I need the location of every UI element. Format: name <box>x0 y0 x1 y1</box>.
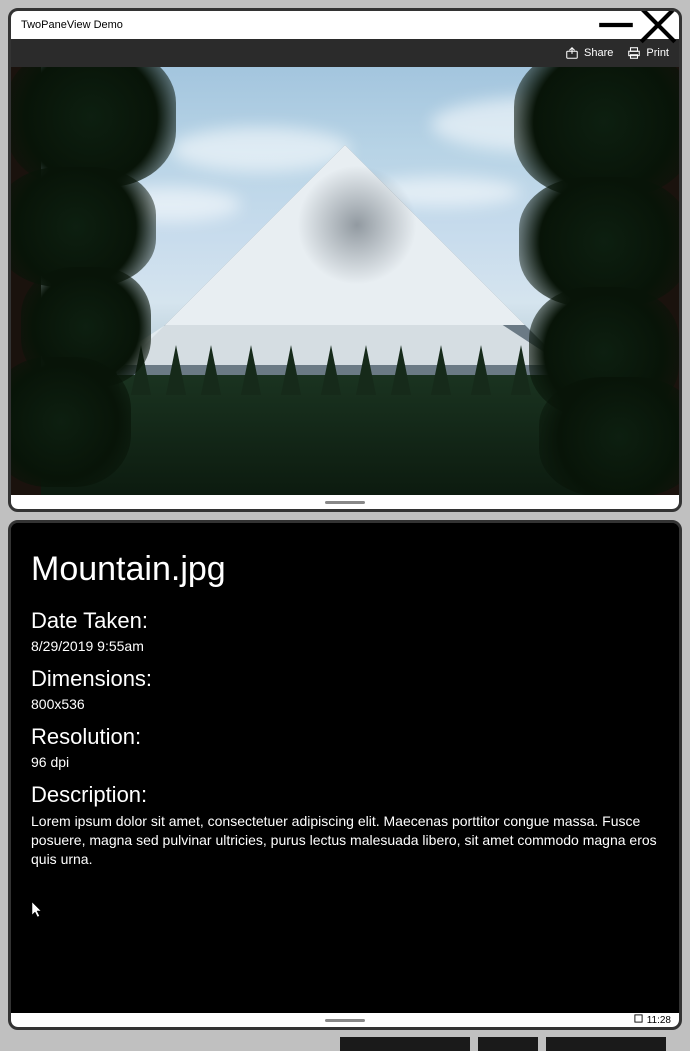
close-button[interactable] <box>637 11 679 39</box>
share-button[interactable]: Share <box>565 46 613 60</box>
system-clock[interactable]: 11:28 <box>647 1015 671 1026</box>
description-value: Lorem ipsum dolor sit amet, consectetuer… <box>31 812 659 869</box>
date-taken-label: Date Taken: <box>31 608 659 634</box>
system-bar: 11:28 <box>11 1013 679 1027</box>
dimensions-label: Dimensions: <box>31 666 659 692</box>
dimensions-value: 800x536 <box>31 696 659 712</box>
window-titlebar: TwoPaneView Demo <box>11 11 679 39</box>
description-label: Description: <box>31 782 659 808</box>
details-panel: Mountain.jpg Date Taken: 8/29/2019 9:55a… <box>11 523 679 1027</box>
print-icon <box>627 46 641 60</box>
command-bar: Share Print <box>11 39 679 67</box>
taskbar-fragment <box>340 1037 680 1051</box>
mountain-photo <box>11 67 679 495</box>
top-pane-frame: TwoPaneView Demo Share <box>8 8 682 512</box>
top-pane-home-strip <box>11 495 679 509</box>
print-button[interactable]: Print <box>627 46 669 60</box>
notification-icon[interactable] <box>634 1014 643 1026</box>
window-controls <box>595 11 679 39</box>
print-label: Print <box>646 47 669 59</box>
share-icon <box>565 46 579 60</box>
file-name-heading: Mountain.jpg <box>31 549 659 590</box>
resolution-label: Resolution: <box>31 724 659 750</box>
share-label: Share <box>584 47 613 59</box>
drag-handle-icon[interactable] <box>325 501 365 504</box>
window-title: TwoPaneView Demo <box>21 19 123 31</box>
drag-handle-icon[interactable] <box>325 1019 365 1022</box>
bottom-pane-frame: Mountain.jpg Date Taken: 8/29/2019 9:55a… <box>8 520 682 1030</box>
date-taken-value: 8/29/2019 9:55am <box>31 638 659 654</box>
resolution-value: 96 dpi <box>31 754 659 770</box>
minimize-button[interactable] <box>595 11 637 39</box>
image-viewport[interactable] <box>11 67 679 495</box>
